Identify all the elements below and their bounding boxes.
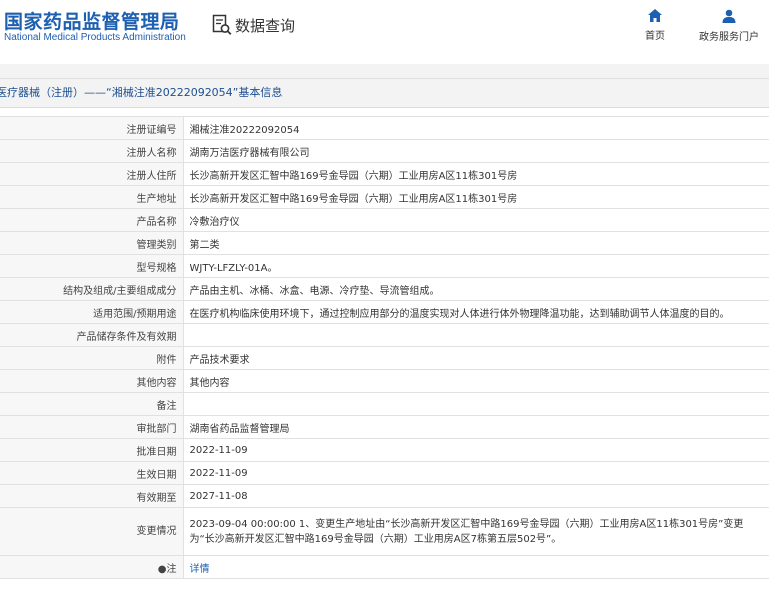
brand-title[interactable]: 国家药品监督管理局 <box>4 7 180 34</box>
nav-home[interactable]: 首页 <box>645 9 665 42</box>
table-row: 生产地址 长沙高新开发区汇智中路169号金导园（六期）工业用房A区11栋301号房 <box>0 185 769 209</box>
field-value: 2022-11-09 <box>182 461 769 485</box>
table-row: 适用范围/预期用途 在医疗机构临床使用环境下，通过控制应用部分的温度实现对人体进行… <box>0 300 769 324</box>
field-label: 注册人名称 <box>0 139 184 163</box>
field-label: 适用范围/预期用途 <box>0 300 184 324</box>
field-value <box>182 392 769 416</box>
field-value: 第二类 <box>182 231 769 255</box>
field-value: 2023-09-04 00:00:00 1、变更生产地址由“长沙高新开发区汇智中… <box>182 507 769 556</box>
table-row: 产品名称 冷敷治疗仪 <box>0 208 769 232</box>
field-label: 其他内容 <box>0 369 184 393</box>
table-row: 有效期至 2027-11-08 <box>0 484 769 508</box>
field-label: 有效期至 <box>0 484 184 508</box>
site-header: 国家药品监督管理局 National Medical Products Admi… <box>0 0 769 64</box>
table-row: 注册证编号 湘械注准20222092054 <box>0 116 769 140</box>
table-row: 型号规格 WJTY-LFZLY-01A。 <box>0 254 769 278</box>
breadcrumb-text: 医疗器械（注册）——“湘械注准20222092054”基本信息 <box>0 86 283 99</box>
table-row: 审批部门 湖南省药品监督管理局 <box>0 415 769 439</box>
field-label: 管理类别 <box>0 231 184 255</box>
table-row: 结构及组成/主要组成成分 产品由主机、冰桶、冰盒、电源、冷疗垫、导流管组成。 <box>0 277 769 301</box>
field-label: 生产地址 <box>0 185 184 209</box>
page-heading: 数据查询 <box>235 16 296 35</box>
nav-home-label: 首页 <box>645 31 665 42</box>
table-row: 管理类别 第二类 <box>0 231 769 255</box>
field-value: 在医疗机构临床使用环境下，通过控制应用部分的温度实现对人体进行体外物理降温功能，… <box>182 300 769 324</box>
field-label: 批准日期 <box>0 438 184 462</box>
field-value: 产品技术要求 <box>182 346 769 370</box>
data-search-title-block: 数据查询 <box>212 12 295 38</box>
table-row: 附件 产品技术要求 <box>0 346 769 370</box>
field-value: 产品由主机、冰桶、冰盒、电源、冷疗垫、导流管组成。 <box>182 277 769 301</box>
field-value: 详情 <box>182 555 769 579</box>
table-row: ●注 详情 <box>0 555 769 579</box>
nav-service-portal[interactable]: 政务服务门户 <box>699 9 759 43</box>
field-label: 生效日期 <box>0 461 184 485</box>
nav-portal-label: 政务服务门户 <box>699 32 759 43</box>
table-row: 生效日期 2022-11-09 <box>0 461 769 485</box>
field-label: 产品名称 <box>0 208 184 232</box>
breadcrumb: 医疗器械（注册）——“湘械注准20222092054”基本信息 <box>0 78 769 108</box>
header-divider <box>0 64 769 78</box>
table-row: 其他内容 其他内容 <box>0 369 769 393</box>
field-value: 长沙高新开发区汇智中路169号金导园（六期）工业用房A区11栋301号房 <box>182 162 769 186</box>
table-row: 产品储存条件及有效期 <box>0 323 769 347</box>
table-row: 变更情况 2023-09-04 00:00:00 1、变更生产地址由“长沙高新开发… <box>0 507 769 556</box>
field-value: 湖南万洁医疗器械有限公司 <box>182 139 769 163</box>
table-row: 注册人住所 长沙高新开发区汇智中路169号金导园（六期）工业用房A区11栋301号… <box>0 162 769 186</box>
details-link[interactable]: 详情 <box>190 564 210 575</box>
field-value: WJTY-LFZLY-01A。 <box>182 254 769 278</box>
table-row: 备注 <box>0 392 769 416</box>
user-icon <box>722 9 736 23</box>
field-label: 附件 <box>0 346 184 370</box>
field-label: 备注 <box>0 392 184 416</box>
field-value <box>182 323 769 347</box>
field-label: 注册人住所 <box>0 162 184 186</box>
field-value: 2022-11-09 <box>182 438 769 462</box>
document-search-icon <box>212 14 232 35</box>
brand-subtitle: National Medical Products Administration <box>4 32 186 43</box>
field-label: 变更情况 <box>0 507 184 556</box>
field-value: 湖南省药品监督管理局 <box>182 415 769 439</box>
field-value: 2027-11-08 <box>182 484 769 508</box>
field-value: 其他内容 <box>182 369 769 393</box>
field-label: 注册证编号 <box>0 116 184 140</box>
registration-info-table: 注册证编号 湘械注准20222092054 注册人名称 湖南万洁医疗器械有限公司 注册人… <box>0 116 769 579</box>
field-label: 审批部门 <box>0 415 184 439</box>
home-icon <box>648 9 662 22</box>
field-value: 湘械注准20222092054 <box>182 116 769 140</box>
table-row: 注册人名称 湖南万洁医疗器械有限公司 <box>0 139 769 163</box>
table-row: 批准日期 2022-11-09 <box>0 438 769 462</box>
field-label: 型号规格 <box>0 254 184 278</box>
field-label: ●注 <box>0 555 184 579</box>
field-label: 结构及组成/主要组成成分 <box>0 277 184 301</box>
field-value: 长沙高新开发区汇智中路169号金导园（六期）工业用房A区11栋301号房 <box>182 185 769 209</box>
field-value: 冷敷治疗仪 <box>182 208 769 232</box>
field-label: 产品储存条件及有效期 <box>0 323 184 347</box>
